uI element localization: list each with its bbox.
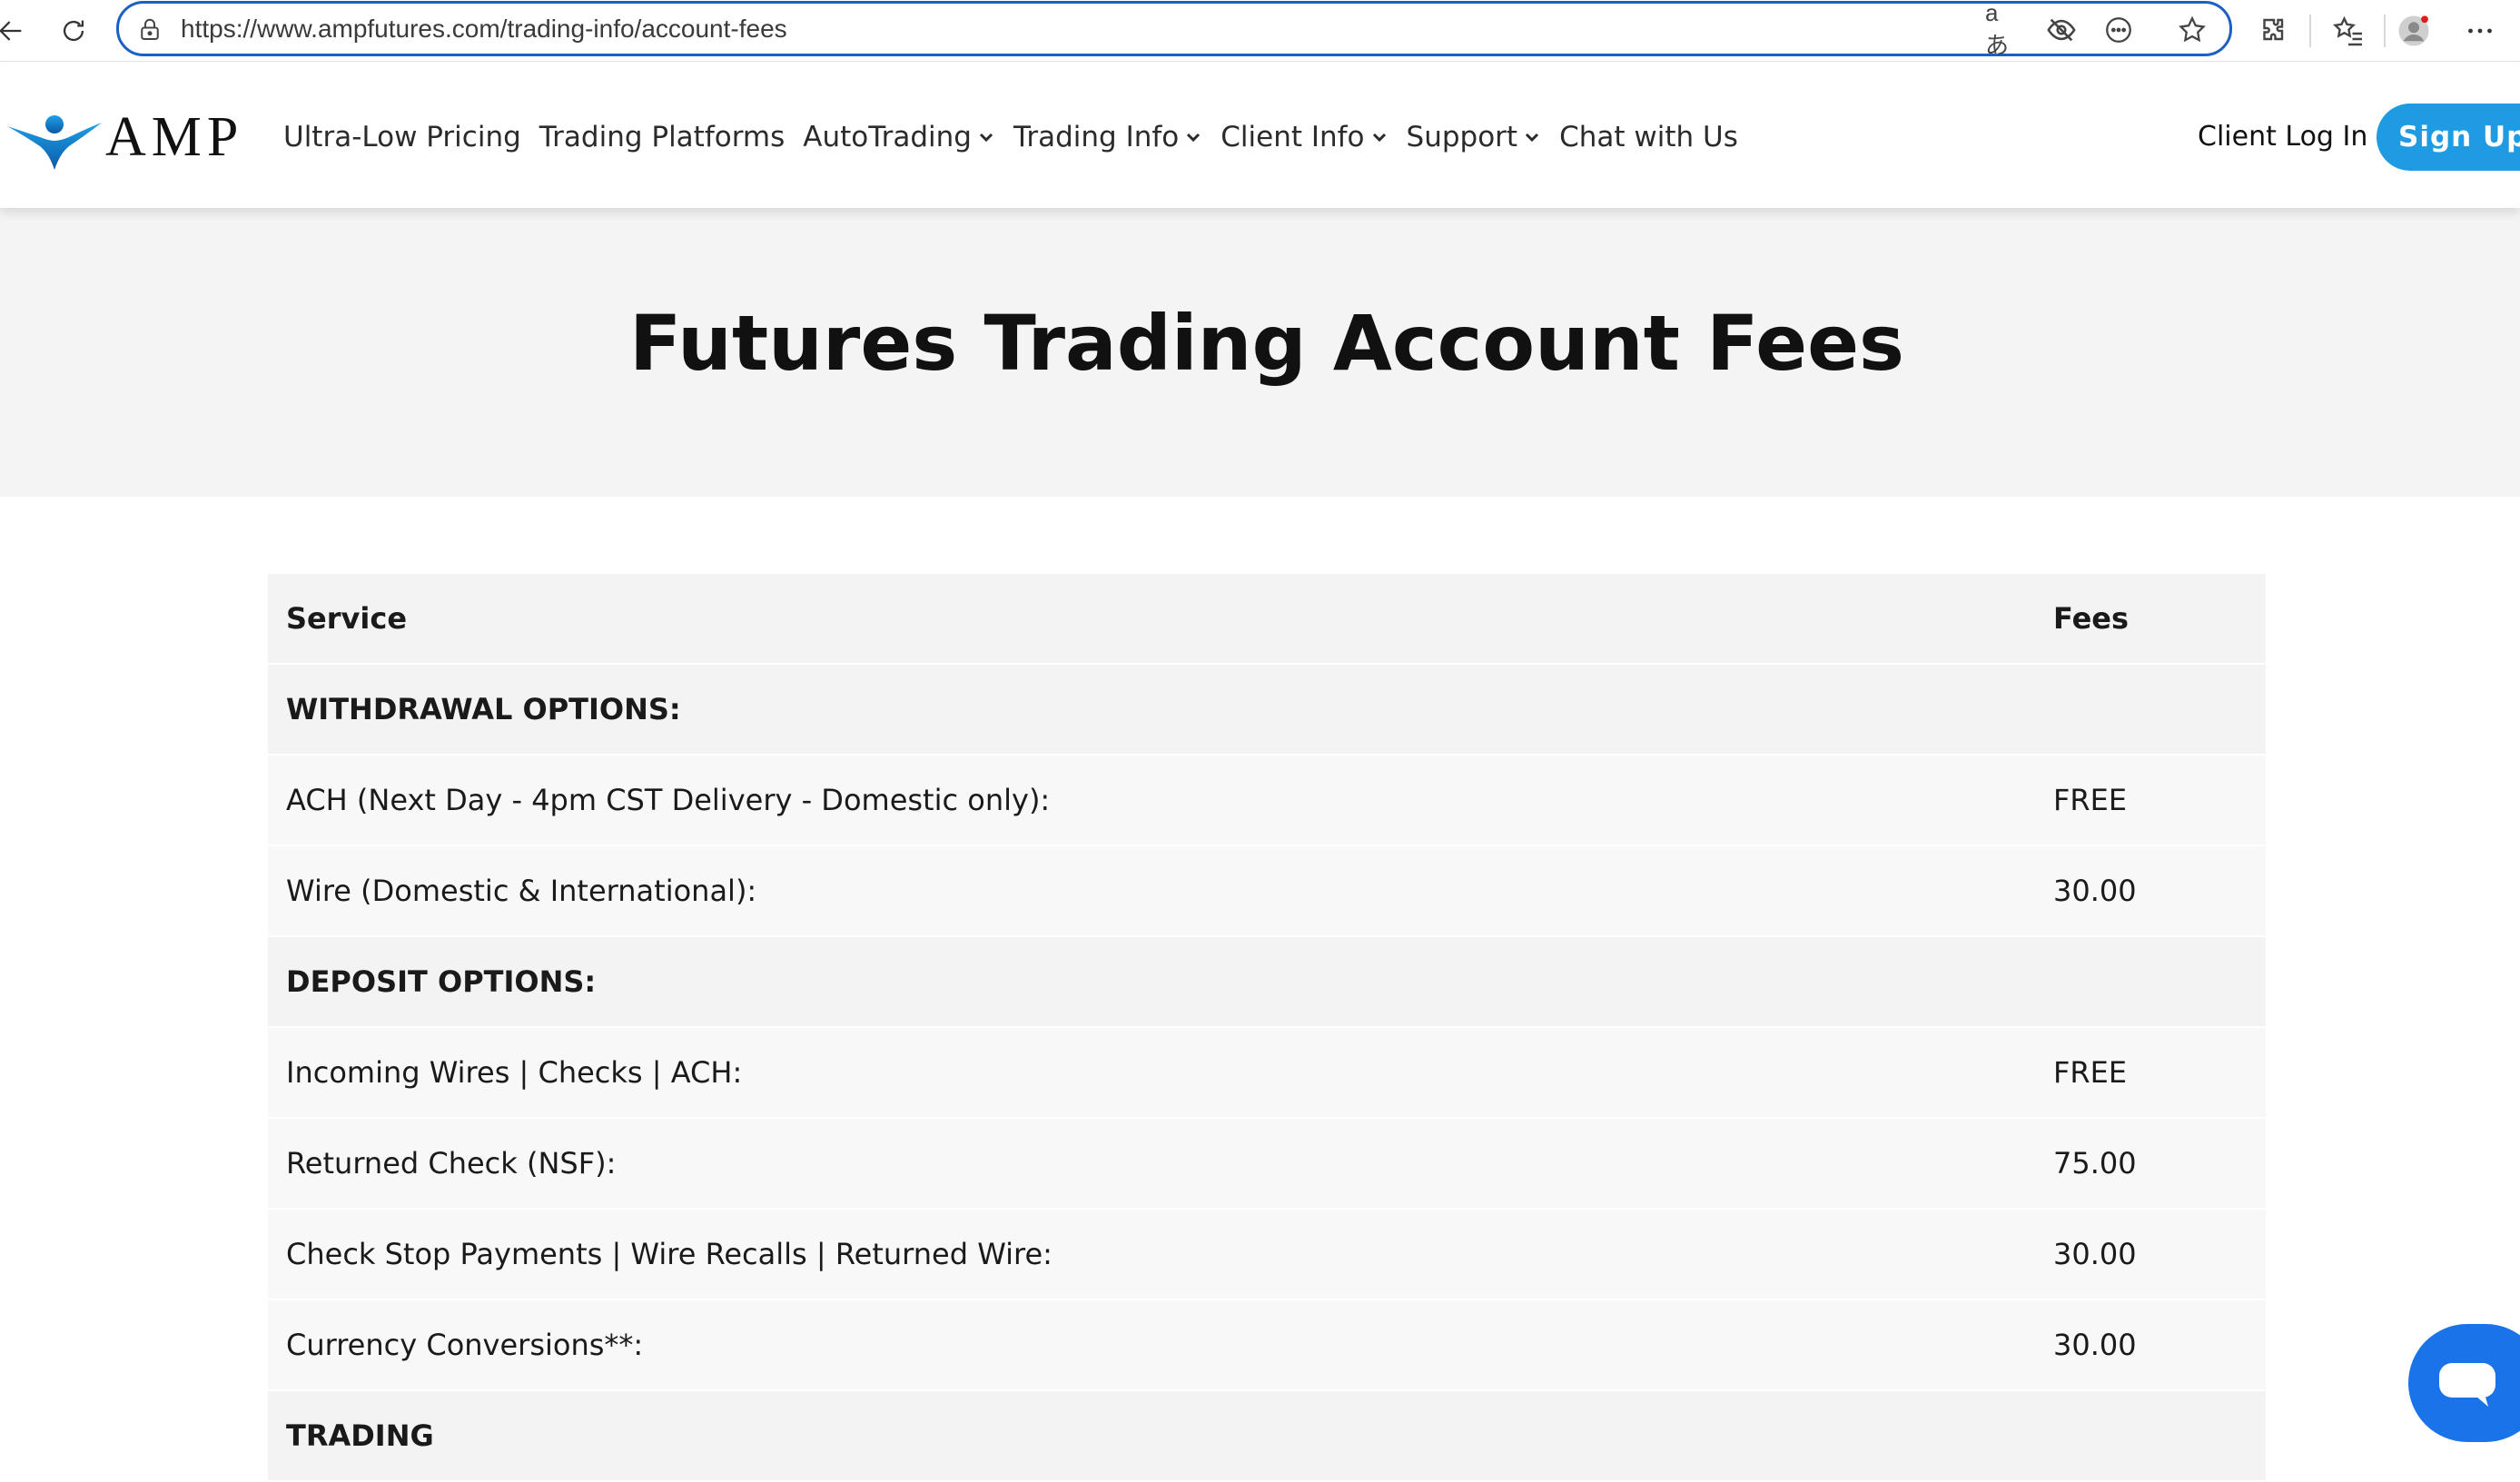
table-row: Currency Conversions**: 30.00 [268,1300,2266,1391]
nav-label: AutoTrading [803,121,972,153]
sign-up-button[interactable]: Sign Up [2377,104,2520,171]
browser-toolbar: https://www.ampfutures.com/trading-info/… [0,0,2520,62]
table-row: Returned Check (NSF): 75.00 [268,1119,2266,1210]
toolbar-divider [2309,15,2311,47]
chevron-down-icon [1372,133,1386,143]
chat-bubble-icon [2439,1363,2495,1407]
chat-widget-button[interactable] [2408,1324,2520,1442]
nav-label: Trading Info [1013,121,1180,153]
section-row: WITHDRAWAL OPTIONS: [268,665,2266,756]
client-login-link[interactable]: Client Log In [2198,110,2367,164]
hero-banner: Futures Trading Account Fees [0,208,2520,497]
section-title: TRADING [286,1418,434,1453]
nav-support[interactable]: Support [1407,121,1542,153]
chevron-down-icon [979,133,993,143]
main-navigation: Ultra-Low Pricing Trading Platforms Auto… [283,110,1756,164]
column-header-service: Service [286,601,408,636]
settings-more-icon[interactable] [2456,7,2504,54]
table-row: Incoming Wires | Checks | ACH: FREE [268,1028,2266,1119]
chevron-down-icon [1187,133,1201,143]
table-row: Wire (Domestic & International): 30.00 [268,846,2266,937]
section-title: WITHDRAWAL OPTIONS: [286,692,681,726]
column-header-fees: Fees [2053,601,2130,636]
amp-figure-icon [7,115,102,170]
nav-autotrading[interactable]: AutoTrading [803,121,995,153]
nav-client-info[interactable]: Client Info [1220,121,1388,153]
fee-value: 75.00 [2053,1146,2137,1181]
service-name: Currency Conversions**: [286,1328,644,1362]
lock-icon[interactable] [133,14,166,46]
page-title: Futures Trading Account Fees [628,299,1905,388]
chevron-down-icon [1526,133,1539,143]
nav-ultra-low-pricing[interactable]: Ultra-Low Pricing [283,121,521,153]
fee-value: 30.00 [2053,1237,2137,1271]
service-name: Wire (Domestic & International): [286,874,757,908]
service-name: ACH (Next Day - 4pm CST Delivery - Domes… [286,783,1051,817]
nav-label: Client Info [1220,121,1365,153]
profile-avatar-icon[interactable] [2390,7,2437,54]
table-row: Check Stop Payments | Wire Recalls | Ret… [268,1210,2266,1300]
refresh-button[interactable] [50,7,97,54]
fee-value: 30.00 [2053,874,2137,908]
nav-label: Support [1406,121,1518,153]
refresh-icon [63,20,84,42]
fee-value: FREE [2053,783,2128,817]
more-tools-icon[interactable] [2100,12,2137,48]
toolbar-divider [2384,15,2386,47]
nav-trading-info[interactable]: Trading Info [1013,121,1202,153]
translate-icon[interactable]: aあ [1985,0,2021,59]
arrow-left-icon [0,21,22,41]
amp-logo[interactable]: AMP [5,103,242,172]
nav-chat-with-us[interactable]: Chat with Us [1559,121,1738,153]
favorite-star-icon[interactable] [2174,12,2210,48]
section-row: TRADING [268,1391,2266,1482]
extensions-icon[interactable] [2250,7,2298,54]
favorites-list-icon[interactable] [2325,7,2372,54]
service-name: Incoming Wires | Checks | ACH: [286,1055,743,1090]
section-title: DEPOSIT OPTIONS: [286,964,597,999]
section-row: DEPOSIT OPTIONS: [268,937,2266,1028]
address-bar[interactable]: https://www.ampfutures.com/trading-info/… [116,0,2232,59]
service-name: Check Stop Payments | Wire Recalls | Ret… [286,1237,1052,1271]
table-header-row: Service Fees [268,574,2266,665]
fee-value: 30.00 [2053,1328,2137,1362]
logo-text: AMP [105,105,244,168]
nav-label: Trading Platforms [539,121,786,153]
fee-value: FREE [2053,1055,2128,1090]
sign-up-label: Sign Up [2398,121,2520,153]
nav-label: Ultra-Low Pricing [283,121,521,153]
fee-table: Service Fees WITHDRAWAL OPTIONS: ACH (Ne… [268,574,2266,1482]
address-url[interactable]: https://www.ampfutures.com/trading-info/… [181,4,787,54]
service-name: Returned Check (NSF): [286,1146,617,1181]
tracking-prevention-icon[interactable] [2043,12,2080,48]
nav-label: Chat with Us [1559,121,1738,153]
table-row: ACH (Next Day - 4pm CST Delivery - Domes… [268,756,2266,846]
site-header: AMP Ultra-Low Pricing Trading Platforms … [0,63,2520,208]
nav-trading-platforms[interactable]: Trading Platforms [539,121,785,153]
back-button[interactable] [0,7,35,54]
